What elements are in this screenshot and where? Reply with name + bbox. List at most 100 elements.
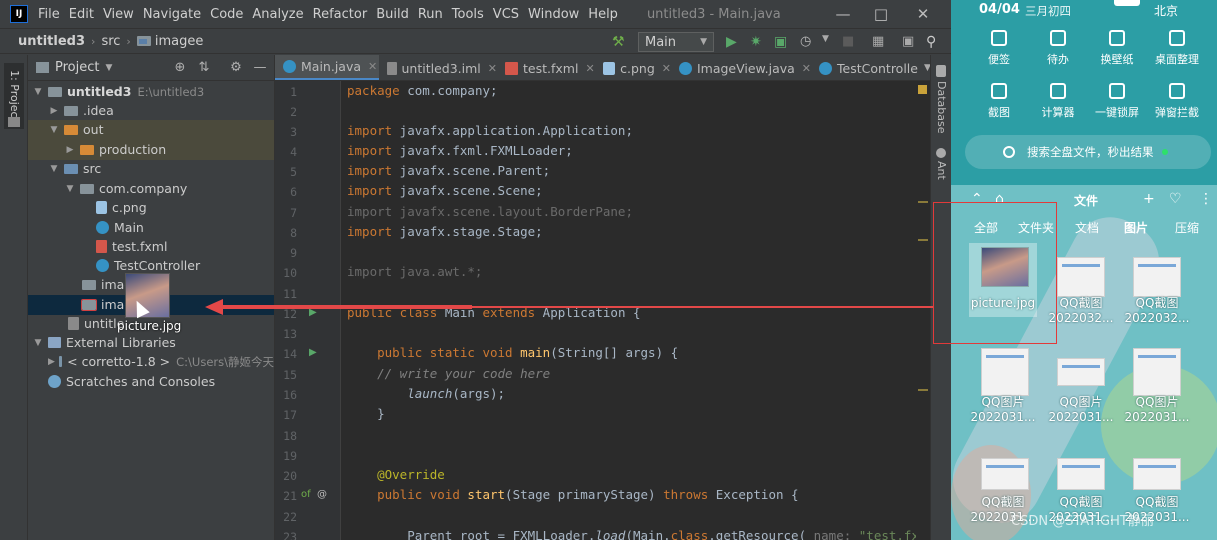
file-thumbnail[interactable] xyxy=(1133,458,1181,490)
breadcrumb-folder[interactable]: imagee xyxy=(136,34,203,49)
warning-marker[interactable] xyxy=(918,389,928,391)
minimize-icon[interactable]: — xyxy=(832,3,854,25)
close-tab-icon[interactable]: ✕ xyxy=(368,60,377,73)
tab-imageview-java[interactable]: ImageView.java ✕ xyxy=(671,55,811,80)
annotation-gutter-icon[interactable]: @ xyxy=(317,489,327,500)
build-hammer-icon[interactable]: ⚒ xyxy=(612,34,628,50)
hide-panel-icon[interactable]: — xyxy=(252,60,268,76)
tile-notes[interactable]: 便签 xyxy=(969,30,1029,70)
tile-screenshot[interactable]: 截图 xyxy=(969,83,1029,123)
file-thumbnail[interactable] xyxy=(1133,257,1181,297)
menu-build[interactable]: Build xyxy=(376,7,409,22)
skin-icon[interactable]: ♡ xyxy=(1169,191,1182,207)
breadcrumb-src[interactable]: src xyxy=(101,34,120,49)
tile-popup-block[interactable]: 弹窗拦截 xyxy=(1147,83,1207,123)
chevron-down-icon[interactable]: ▼ xyxy=(48,125,60,135)
tree-item-c-png[interactable]: c.png xyxy=(28,198,274,218)
profile-icon[interactable]: ◷ xyxy=(800,34,816,50)
maximize-icon[interactable]: □ xyxy=(870,3,892,25)
tree-item-external-libraries[interactable]: ▼ External Libraries xyxy=(28,333,274,353)
collapse-all-icon[interactable]: ⇅ xyxy=(196,60,212,76)
tree-item-production[interactable]: ▶ production xyxy=(28,140,274,160)
menu-window[interactable]: Window xyxy=(528,7,579,22)
close-tab-icon[interactable]: ✕ xyxy=(802,62,811,75)
structure-icon[interactable] xyxy=(8,117,20,127)
warning-marker[interactable] xyxy=(918,201,928,203)
tree-item-com-company[interactable]: ▼ com.company xyxy=(28,179,274,199)
tab-main-java[interactable]: Main.java ✕ xyxy=(275,55,379,80)
editor-scrollbar[interactable] xyxy=(916,81,930,540)
menu-refactor[interactable]: Refactor xyxy=(313,7,368,22)
search-icon[interactable]: ⚲ xyxy=(926,34,942,50)
tile-wallpaper[interactable]: 换壁纸 xyxy=(1087,30,1147,70)
chevron-down-icon[interactable]: ▼ xyxy=(48,164,60,174)
stop-icon[interactable]: ■ xyxy=(842,34,858,50)
tree-item-out[interactable]: ▼ out xyxy=(28,120,274,140)
close-tab-icon[interactable]: ✕ xyxy=(662,62,671,75)
tab-c-png[interactable]: c.png ✕ xyxy=(595,55,671,80)
file-thumbnail[interactable] xyxy=(1133,348,1181,396)
tree-item-idea[interactable]: ▶ .idea xyxy=(28,101,274,121)
tab-untitled3-iml[interactable]: untitled3.iml ✕ xyxy=(379,55,497,80)
database-icon[interactable] xyxy=(936,65,946,77)
more-icon[interactable]: ⋮ xyxy=(1199,191,1213,207)
tab-testcontroller[interactable]: TestControlle ▼ xyxy=(811,55,931,80)
project-structure-icon[interactable]: ▦ xyxy=(872,34,888,50)
breadcrumb-project[interactable]: untitled3 xyxy=(18,34,85,49)
debug-bug-icon[interactable]: ✷ xyxy=(750,34,766,50)
tree-item-scratches[interactable]: Scratches and Consoles xyxy=(28,372,274,392)
close-tab-icon[interactable]: ✕ xyxy=(585,62,594,75)
tab-test-fxml[interactable]: test.fxml ✕ xyxy=(497,55,595,80)
menu-navigate[interactable]: Navigate xyxy=(143,7,201,22)
database-tool-tab[interactable]: Database xyxy=(931,81,952,151)
menu-tools[interactable]: Tools xyxy=(452,7,484,22)
tree-item-project-root[interactable]: ▼ untitled3 E:\untitled3 xyxy=(28,82,274,102)
category-archives[interactable]: 压缩 xyxy=(1175,219,1199,236)
locate-target-icon[interactable]: ⊕ xyxy=(172,60,188,76)
chevron-down-icon[interactable]: ▼ xyxy=(32,338,44,348)
menu-edit[interactable]: Edit xyxy=(69,7,94,22)
tree-item-src[interactable]: ▼ src xyxy=(28,159,274,179)
chevron-down-icon[interactable]: ▼ xyxy=(822,34,838,50)
tree-item-main[interactable]: Main xyxy=(28,218,274,238)
chevron-down-icon[interactable]: ▼ xyxy=(105,63,112,73)
menu-file[interactable]: File xyxy=(38,7,60,22)
run-configuration-select[interactable]: Main ▼ xyxy=(638,32,714,52)
gear-icon[interactable]: ⚙ xyxy=(228,60,244,76)
ant-icon[interactable] xyxy=(936,148,946,158)
file-thumbnail[interactable] xyxy=(981,458,1029,490)
desktop-search-bar[interactable]: 搜索全盘文件，秒出结果 xyxy=(965,135,1211,169)
tile-lock-screen[interactable]: 一键锁屏 xyxy=(1087,83,1147,123)
menu-analyze[interactable]: Analyze xyxy=(252,7,303,22)
file-thumbnail[interactable] xyxy=(1057,257,1105,297)
chevron-right-icon[interactable]: ▶ xyxy=(48,357,55,367)
tree-item-test-fxml[interactable]: test.fxml xyxy=(28,237,274,257)
chevron-down-icon[interactable]: ▼ xyxy=(32,87,44,97)
menu-run[interactable]: Run xyxy=(418,7,443,22)
category-documents[interactable]: 文档 xyxy=(1075,219,1099,236)
close-icon[interactable]: ✕ xyxy=(912,3,934,25)
menu-vcs[interactable]: VCS xyxy=(493,7,519,22)
coverage-icon[interactable]: ▣ xyxy=(774,34,790,50)
run-icon[interactable]: ▶ xyxy=(726,34,742,50)
run-gutter-icon[interactable]: ▶ xyxy=(309,347,317,358)
file-thumbnail[interactable] xyxy=(1057,358,1105,386)
menu-help[interactable]: Help xyxy=(588,7,618,22)
tile-todo[interactable]: 待办 xyxy=(1028,30,1088,70)
menu-code[interactable]: Code xyxy=(210,7,243,22)
code-area[interactable]: package com.company; import javafx.appli… xyxy=(347,81,919,540)
warning-marker[interactable] xyxy=(918,239,928,241)
warning-status-icon[interactable] xyxy=(918,85,927,94)
chevron-right-icon[interactable]: ▶ xyxy=(48,106,60,116)
file-thumbnail[interactable] xyxy=(981,348,1029,396)
tile-desktop-organize[interactable]: 桌面整理 xyxy=(1147,30,1207,70)
chevron-right-icon[interactable]: ▶ xyxy=(64,145,76,155)
tile-calculator[interactable]: 计算器 xyxy=(1028,83,1088,123)
chevron-down-icon[interactable]: ▼ xyxy=(64,184,76,194)
override-gutter-icon[interactable]: of xyxy=(301,489,311,500)
layout-icon[interactable]: ▣ xyxy=(902,34,918,50)
tree-item-jdk[interactable]: ▶ < corretto-1.8 > C:\Users\静姬今天 xyxy=(28,352,274,372)
menu-view[interactable]: View xyxy=(103,7,134,22)
file-thumbnail[interactable] xyxy=(1057,458,1105,490)
category-images[interactable]: 图片 xyxy=(1124,219,1148,236)
